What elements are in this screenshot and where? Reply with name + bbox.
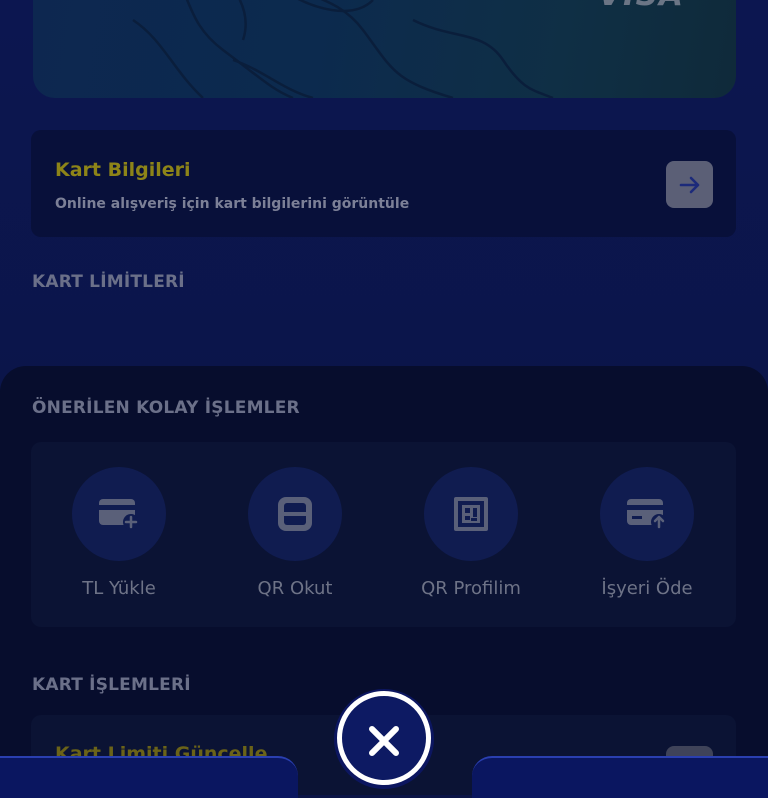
card-add-icon	[99, 499, 139, 530]
close-icon	[369, 726, 399, 756]
quick-action-qr-okut[interactable]: QR Okut	[207, 442, 383, 627]
visa-logo: VISA	[598, 0, 684, 13]
quick-action-label: QR Okut	[257, 578, 333, 599]
quick-action-label: QR Profilim	[421, 578, 521, 599]
bottom-nav-left[interactable]	[0, 756, 298, 798]
quick-action-qr-profilim[interactable]: QR Profilim	[383, 442, 559, 627]
bottom-nav-right[interactable]	[472, 756, 768, 798]
quick-action-circle	[600, 467, 694, 561]
quick-actions-panel: TL Yükle QR Okut QR Profilim İşyeri Öde	[31, 442, 736, 627]
card-info-description: Online alışveriş için kart bilgilerini g…	[55, 196, 410, 212]
qr-scan-icon	[278, 497, 312, 531]
card-visual[interactable]: VISA	[33, 0, 736, 98]
card-info-row[interactable]: Kart Bilgileri Online alışveriş için kar…	[31, 130, 736, 237]
card-info-arrow-button[interactable]	[666, 161, 713, 208]
quick-action-tl-yukle[interactable]: TL Yükle	[31, 442, 207, 627]
arrow-right-icon	[679, 176, 699, 193]
quick-action-circle	[72, 467, 166, 561]
quick-action-label: İşyeri Öde	[601, 578, 693, 599]
quick-action-circle	[424, 467, 518, 561]
close-fab-button[interactable]	[337, 691, 431, 785]
card-ops-section-label: KART İŞLEMLERİ	[32, 675, 191, 695]
limits-section-label: KART LİMİTLERİ	[32, 272, 185, 292]
quick-action-label: TL Yükle	[82, 578, 156, 599]
card-info-title: Kart Bilgileri	[55, 159, 191, 181]
qr-code-icon	[454, 497, 488, 531]
quick-action-circle	[248, 467, 342, 561]
card-pattern	[132, 0, 554, 98]
card-pay-icon	[627, 499, 667, 530]
quick-action-isyeri-ode[interactable]: İşyeri Öde	[559, 442, 735, 627]
suggested-section-label: ÖNERİLEN KOLAY İŞLEMLER	[32, 398, 300, 418]
